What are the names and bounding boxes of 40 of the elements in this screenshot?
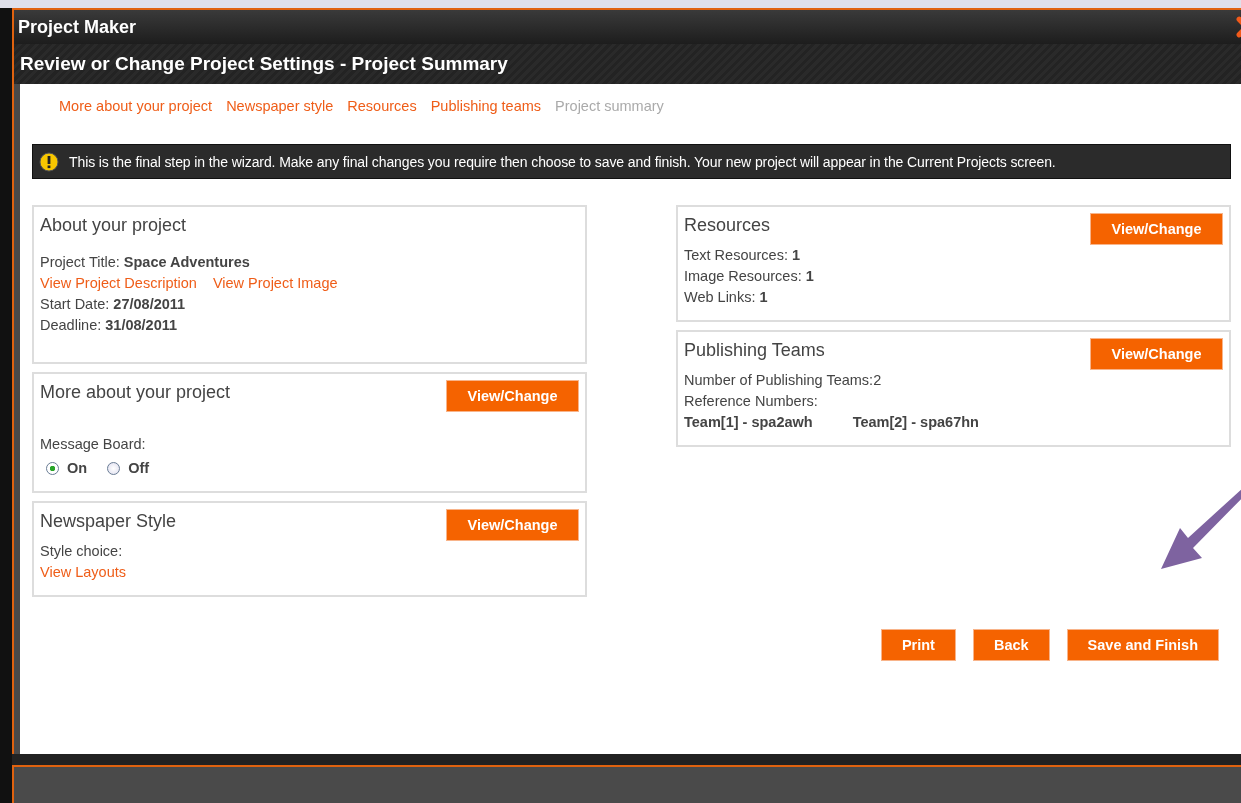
view-change-button[interactable]: View/Change <box>446 509 579 541</box>
notice-text: This is the final step in the wizard. Make any final changes you require then choose to save and finish. Your new project will appear in the Current Projects screen. <box>69 153 1056 170</box>
radio-icon[interactable] <box>107 462 121 475</box>
detail-text: Image Resources: 1 <box>684 267 815 286</box>
detail-text: Number of Publishing Teams:2 <box>684 371 883 390</box>
detail-text: Deadline: 31/08/2011 <box>40 316 179 335</box>
action-button[interactable]: Back <box>972 629 1050 661</box>
detail-text: Style choice: <box>40 542 124 561</box>
page-heading: Review or Change Project Settings - Project Summary <box>20 53 508 75</box>
radio-icon[interactable] <box>46 462 59 475</box>
card-title: Newspaper Style <box>40 511 177 532</box>
action-button[interactable]: Print <box>880 629 956 661</box>
view-change-button[interactable]: View/Change <box>1090 213 1223 245</box>
action-button[interactable]: Save and Finish <box>1066 629 1219 661</box>
link[interactable]: View Project Image <box>212 273 338 294</box>
view-change-button[interactable]: View/Change <box>1090 338 1223 370</box>
view-change-button[interactable]: View/Change <box>446 380 579 412</box>
card-title: Resources <box>684 215 771 236</box>
reference-number: Team[2] - spa67hn <box>852 413 979 432</box>
detail-text: Start Date: 27/08/2011 <box>40 295 187 314</box>
card-title: More about your project <box>40 382 231 403</box>
detail-text: Text Resources: 1 <box>684 246 802 265</box>
wizard-step-link[interactable]: Project summary <box>555 98 664 134</box>
radio-option[interactable]: Off <box>107 458 150 479</box>
window-title: Project Maker <box>18 16 137 38</box>
detail-text: Web Links: 1 <box>684 288 769 307</box>
link[interactable]: View Project Description <box>40 273 197 294</box>
wizard-step-link[interactable]: More about your project <box>59 98 213 134</box>
card-title: Publishing Teams <box>684 340 825 361</box>
card-title: About your project <box>40 215 187 236</box>
detail-text: Project Title: Space Adventures <box>40 253 251 272</box>
warning-icon <box>39 151 59 172</box>
wizard-step-link[interactable]: Resources <box>347 98 417 134</box>
wizard-step-link[interactable]: Newspaper style <box>226 98 334 134</box>
detail-text: Message Board: <box>40 435 147 454</box>
link[interactable]: View Layouts <box>40 562 126 583</box>
detail-text: Reference Numbers: <box>684 392 819 411</box>
reference-number: Team[1] - spa2awh <box>684 413 813 432</box>
wizard-step-link[interactable]: Publishing teams <box>430 98 542 134</box>
radio-option[interactable]: On <box>46 458 88 479</box>
